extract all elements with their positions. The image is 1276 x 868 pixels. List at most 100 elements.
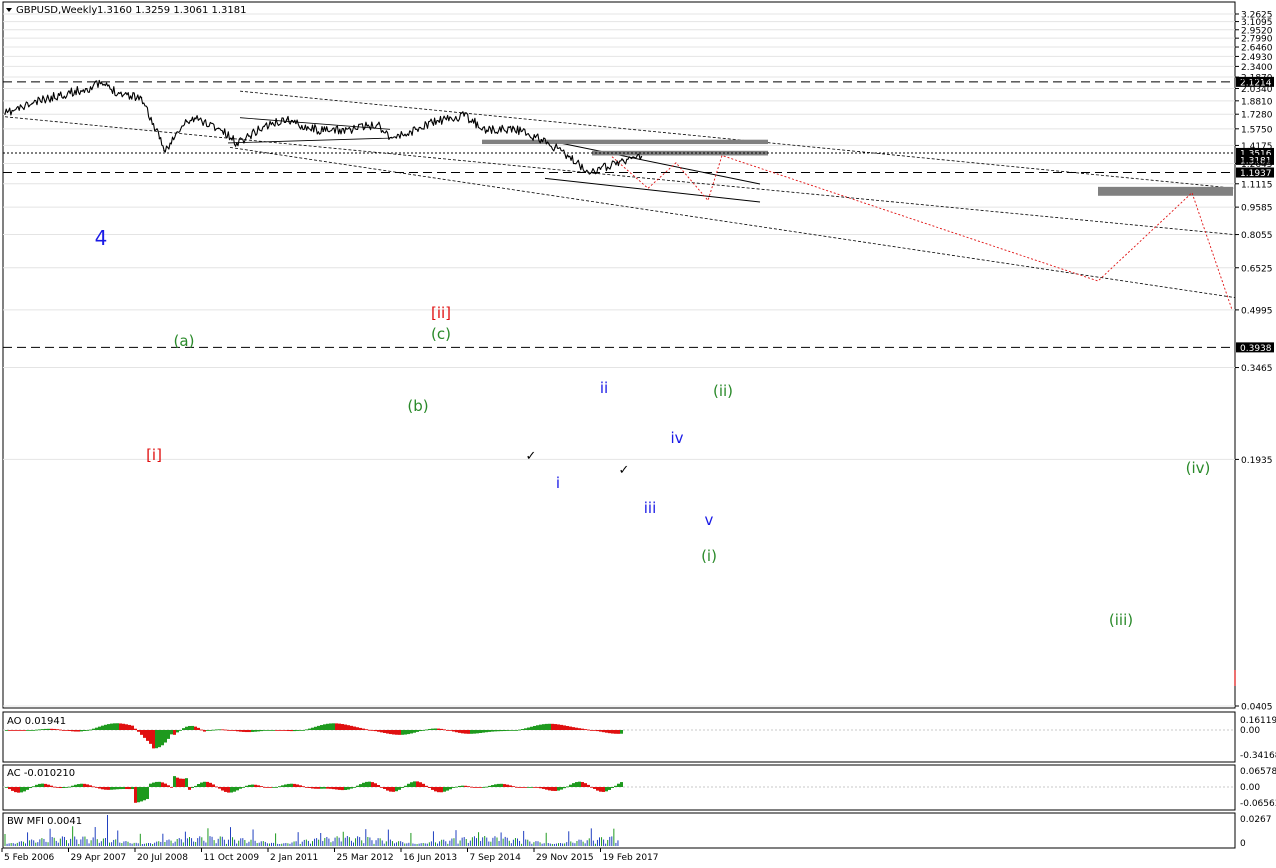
ao-bar (404, 730, 407, 735)
ao-bar (368, 729, 371, 731)
ao-bar (260, 730, 263, 732)
ac-bar (218, 787, 221, 789)
ac-bar (152, 782, 155, 787)
ao-bar (110, 723, 113, 730)
ac-bar (23, 787, 26, 792)
time-tick-label: 29 Apr 2007 (71, 853, 127, 863)
ao-bar (191, 725, 194, 730)
ao-bar (419, 730, 422, 732)
ac-bar (299, 785, 302, 787)
ac-bar (197, 783, 200, 787)
ao-bar (284, 730, 287, 731)
ao-bar (551, 723, 554, 730)
ac-bar (257, 785, 260, 787)
ao-bar (140, 730, 143, 735)
ac-bar (470, 786, 473, 788)
wave-label: ii (600, 379, 608, 397)
ao-panel[interactable] (2, 711, 1236, 763)
price-point (263, 125, 265, 128)
ao-bar (443, 729, 446, 731)
ac-bar (239, 787, 242, 789)
ac-bar (317, 787, 320, 789)
ac-bar (440, 787, 443, 793)
ac-bar (83, 783, 86, 787)
ao-bar (263, 730, 266, 731)
ac-bar (518, 787, 521, 788)
price-point (286, 118, 288, 121)
ac-bar (311, 787, 314, 789)
ao-bar (194, 726, 197, 730)
ao-bar (122, 723, 125, 730)
ac-bar (248, 784, 251, 787)
ao-bar (113, 723, 116, 730)
ac-bar (233, 787, 236, 792)
ac-bar (380, 786, 383, 788)
ao-bar (176, 730, 179, 733)
ac-bar (131, 787, 134, 790)
ao-bar (377, 730, 380, 732)
ao-bar (182, 728, 185, 730)
ao-bar (521, 729, 524, 730)
ao-bar (473, 730, 476, 734)
ao-bar (362, 728, 365, 730)
ac-bar (314, 787, 317, 789)
ac-bar (503, 784, 506, 787)
wave-label: ✓ (526, 449, 537, 464)
ao-tick-zero: 0.00 (1240, 726, 1260, 736)
ac-bar (122, 787, 125, 790)
ac-bar (548, 787, 551, 791)
ac-bar (44, 783, 47, 787)
ac-bar (320, 787, 323, 789)
ao-bar (524, 728, 527, 730)
price-axis: 3.26253.10952.95202.79902.64602.49302.34… (1235, 11, 1273, 713)
ao-bar (395, 730, 398, 735)
ac-bar (563, 787, 566, 789)
ac-bar (329, 787, 332, 789)
main-chart-panel[interactable] (2, 1, 1236, 709)
ao-bar (164, 730, 167, 743)
ac-tick-zero: 0.00 (1240, 783, 1260, 793)
ac-bar (446, 787, 449, 791)
ac-bar (266, 787, 269, 788)
price-point (86, 88, 88, 90)
time-tick-label: 5 Feb 2006 (4, 853, 55, 863)
ao-bar (143, 730, 146, 738)
ac-bar (605, 787, 608, 792)
price-tick-label: 1.2645 (1241, 160, 1273, 170)
price-point (599, 168, 602, 170)
price-tick-label: 0.6525 (1241, 264, 1273, 274)
ao-bar (35, 729, 38, 731)
ao-bar (548, 723, 551, 730)
ac-bar (278, 786, 281, 788)
ac-bar (527, 787, 530, 788)
ao-bar (446, 730, 449, 731)
ac-bar (350, 787, 353, 789)
ao-bar (200, 729, 203, 731)
ao-bar (152, 730, 155, 749)
ac-bar (449, 787, 452, 790)
ao-bar (77, 730, 80, 732)
ao-bar (23, 730, 26, 731)
ac-bar (482, 787, 485, 788)
ac-bar (599, 787, 602, 792)
ac-bar (344, 787, 347, 790)
ao-bar (470, 730, 473, 734)
ac-bar (425, 785, 428, 787)
ao-bar (398, 730, 401, 735)
ac-bar (293, 783, 296, 787)
ac-bar (371, 782, 374, 787)
ao-bar (5, 730, 8, 731)
ao-bar (374, 730, 377, 732)
ac-bar (488, 785, 491, 787)
price-point (186, 120, 188, 123)
ao-bar (458, 730, 461, 733)
ao-bar (542, 724, 545, 730)
chart-title: GBPUSD,Weekly (16, 5, 97, 16)
ao-bar (488, 730, 491, 732)
ao-bar (197, 727, 200, 730)
ac-bar (167, 785, 170, 787)
ao-bar (254, 730, 257, 732)
ac-bar (581, 782, 584, 787)
ao-bar (185, 726, 188, 730)
ao-bar (527, 727, 530, 730)
